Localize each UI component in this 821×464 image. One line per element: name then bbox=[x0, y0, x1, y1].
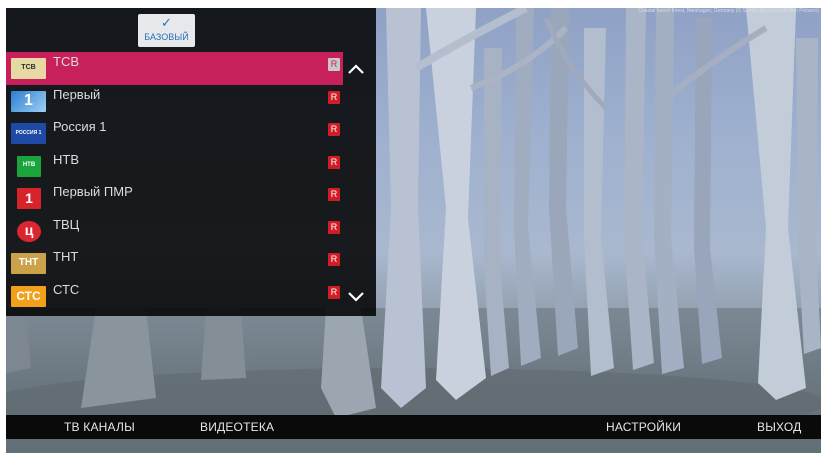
channel-row-tvc[interactable]: ц ТВЦ R bbox=[6, 215, 343, 248]
tv-app-screen: Coastal beech forest, Nienhagen, Germany… bbox=[0, 0, 821, 464]
channel-name: Первый bbox=[53, 86, 101, 102]
channel-name: СТС bbox=[53, 281, 80, 297]
tsv-logo-icon: ТСВ bbox=[11, 58, 46, 79]
sts-logo-icon: СТС bbox=[11, 285, 46, 307]
chevron-up-icon[interactable] bbox=[347, 58, 365, 81]
channel-name: Первый ПМР bbox=[53, 184, 133, 199]
nav-settings[interactable]: НАСТРОЙКИ bbox=[606, 420, 681, 434]
rating-badge: R bbox=[328, 58, 340, 71]
ntv-logo-icon: НТВ bbox=[17, 155, 41, 177]
channel-row-ntv[interactable]: НТВ НТВ R bbox=[6, 150, 343, 183]
channel-row-perviy[interactable]: 1 Первый R bbox=[6, 85, 343, 118]
tvc-logo-icon: ц bbox=[17, 220, 41, 242]
channel-name: Россия 1 bbox=[53, 119, 107, 134]
channel-row-tsv[interactable]: ТСВ ТСВ R bbox=[6, 52, 343, 85]
channel-row-sts[interactable]: СТС СТС R bbox=[6, 280, 343, 313]
rating-badge: R bbox=[328, 285, 340, 299]
channel-name: ТСВ bbox=[53, 54, 79, 69]
rating-badge: R bbox=[328, 188, 340, 201]
rating-badge: R bbox=[328, 220, 340, 234]
channel-row-perviy-pmr[interactable]: 1 Первый ПМР R bbox=[6, 182, 343, 215]
channel-name: ТНТ bbox=[53, 249, 79, 264]
rating-badge: R bbox=[328, 155, 340, 169]
photo-credit: Coastal beech forest, Nienhagen, Germany… bbox=[638, 8, 819, 14]
rossiya-logo-icon: РОССИЯ 1 bbox=[11, 123, 46, 144]
channel-name: НТВ bbox=[53, 151, 79, 167]
bottom-nav-bar: ТВ КАНАЛЫ ВИДЕОТЕКА НАСТРОЙКИ ВЫХОД bbox=[6, 415, 821, 439]
channel-one-logo-icon: 1 bbox=[11, 90, 46, 112]
channel-list: ТСВ ТСВ R 1 Первый R РОССИЯ 1 Россия 1 R… bbox=[6, 52, 343, 312]
channel-name: ТВЦ bbox=[53, 216, 80, 232]
channel-row-tnt[interactable]: ТНТ ТНТ R bbox=[6, 247, 343, 280]
chevron-down-icon[interactable] bbox=[347, 286, 365, 309]
package-label: БАЗОВЫЙ bbox=[144, 32, 189, 42]
nav-tv-channels[interactable]: ТВ КАНАЛЫ bbox=[64, 420, 135, 434]
nav-exit[interactable]: ВЫХОД bbox=[757, 420, 801, 434]
tnt-logo-icon: ТНТ bbox=[11, 253, 46, 274]
perviy-pmr-logo-icon: 1 bbox=[17, 188, 41, 209]
rating-badge: R bbox=[328, 123, 340, 136]
rating-badge: R bbox=[328, 90, 340, 104]
channel-row-rossiya1[interactable]: РОССИЯ 1 Россия 1 R bbox=[6, 117, 343, 150]
nav-video-library[interactable]: ВИДЕОТЕКА bbox=[200, 420, 274, 434]
checkmark-icon: ✓ bbox=[161, 15, 172, 30]
package-filter-button[interactable]: ✓ БАЗОВЫЙ bbox=[138, 14, 195, 47]
rating-badge: R bbox=[328, 253, 340, 266]
